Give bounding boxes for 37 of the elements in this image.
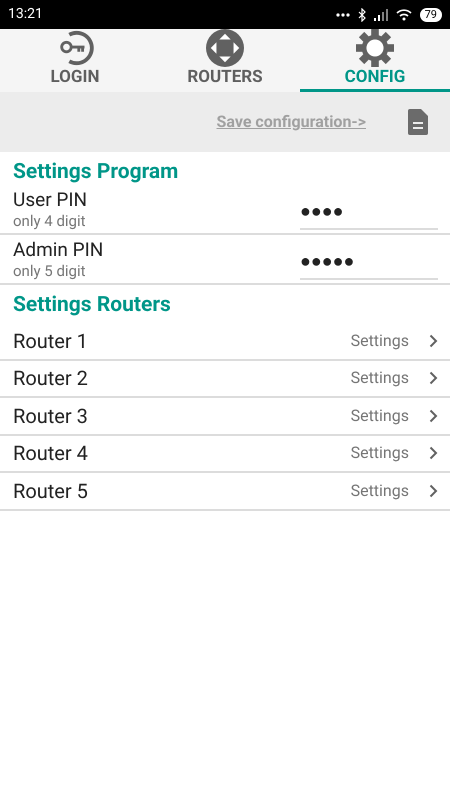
field-label: User PIN [13,188,88,212]
status-time: 13:21 [8,5,43,24]
section-title: Settings Program [13,159,180,185]
settings-label: Settings [350,442,409,464]
tab[interactable]: ROUTERS [150,29,300,92]
tab[interactable]: LOGIN [0,29,150,92]
chevron-right-icon [429,334,438,348]
section-title: Settings Routers [13,292,172,318]
bluetooth-icon [358,8,366,22]
router-name: Router 2 [13,365,89,392]
chevron-right-icon [429,446,438,460]
chevron-right-icon [429,484,438,498]
router-row[interactable]: Router 1 Settings [0,323,450,360]
chevron-right-icon [429,371,438,386]
settings-label: Settings [350,367,409,390]
field-label: Admin PIN [13,238,104,262]
document-icon[interactable] [408,109,428,135]
router-name: Router 1 [13,328,89,355]
signal-icon [374,8,388,20]
router-row[interactable]: Router 2 Settings [0,360,450,398]
chevron-right-icon [429,408,438,423]
router-row[interactable]: Router 5 Settings [0,473,450,510]
pin-field[interactable]: ●●●●● [300,244,438,280]
router-name: Router 5 [13,478,89,505]
router-row[interactable]: Router 3 Settings [0,398,450,436]
router-name: Router 3 [13,402,89,430]
router-name: Router 4 [13,440,89,468]
router-row[interactable]: Router 4 Settings [0,436,450,473]
more-icon [336,12,350,16]
settings-label: Settings [350,330,409,352]
settings-label: Settings [350,480,409,502]
battery-level: 79 [420,8,442,22]
field-hint: only 4 digit [13,212,87,230]
wifi-icon [396,8,412,20]
settings-label: Settings [350,404,409,427]
pin-field[interactable]: ●●●● [300,194,438,230]
field-hint: only 5 digit [13,262,87,280]
